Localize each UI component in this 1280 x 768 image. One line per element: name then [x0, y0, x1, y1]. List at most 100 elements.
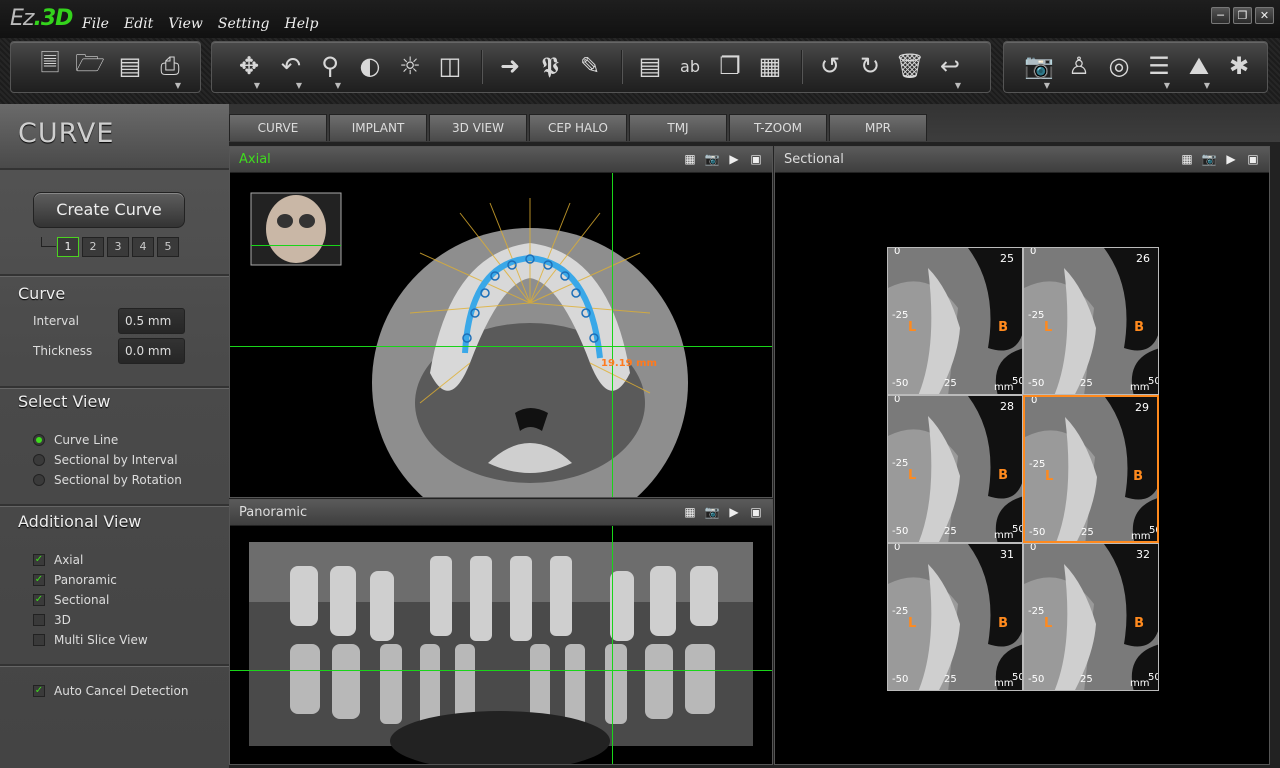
undo-rotate-icon[interactable]: ↶ ▼ [274, 48, 308, 90]
curve-2-button[interactable]: 2 [82, 237, 104, 257]
checkbox-auto-cancel[interactable]: ✓ [33, 685, 45, 697]
interval-field[interactable]: 0.5 mm [118, 308, 185, 334]
settings-icon[interactable]: ✱ [1222, 48, 1256, 84]
grid-icon[interactable]: ▦ [682, 151, 698, 167]
menu-edit[interactable]: Edit [124, 16, 153, 32]
sliders-icon[interactable]: ☰ ▼ [1142, 48, 1176, 90]
checkbox-sectional[interactable]: ✓ [33, 594, 45, 606]
y-tick-label: -25 [1029, 459, 1046, 470]
sectional-slice[interactable]: 29 L B 0 -25 -50 25 mm50 [1023, 395, 1159, 543]
restore-button[interactable]: ❐ [1233, 7, 1252, 24]
check-multi-slice[interactable]: Multi Slice View [33, 633, 148, 647]
pencil-icon[interactable]: ✎ [573, 48, 607, 84]
checkbox-panoramic[interactable]: ✓ [33, 574, 45, 586]
tab-implant[interactable]: IMPLANT [329, 114, 427, 141]
maximize-icon[interactable]: ▣ [748, 151, 764, 167]
option-sectional-interval[interactable]: Sectional by Interval [33, 453, 178, 467]
check-auto-cancel[interactable]: ✓ Auto Cancel Detection [33, 684, 188, 698]
sectional-slice[interactable]: 26 L B 0 -25 -50 25 mm50 [1023, 247, 1159, 395]
thickness-field[interactable]: 0.0 mm [118, 338, 185, 364]
panoramic-scan [230, 526, 772, 764]
print-icon[interactable]: ⎙ ▼ [153, 48, 187, 90]
option-sectional-rotation[interactable]: Sectional by Rotation [33, 473, 182, 487]
x-tick-label: 50 [1012, 524, 1022, 535]
checker-icon[interactable]: ▦ [753, 48, 787, 84]
maximize-icon[interactable]: ▣ [748, 504, 764, 520]
abc-icon[interactable]: ab [673, 48, 707, 84]
radio-curve-line[interactable] [33, 434, 45, 446]
checkbox-3d[interactable] [33, 614, 45, 626]
zoom-icon[interactable]: ⚲ ▼ [313, 48, 347, 90]
tab-cep-halo[interactable]: CEP HALO [529, 114, 627, 141]
import-icon[interactable]: 🗁 [73, 48, 107, 84]
curve-5-button[interactable]: 5 [157, 237, 179, 257]
sectional-slice[interactable]: 31 L B 0 -25 -50 25 mm50 [887, 543, 1023, 691]
maximize-icon[interactable]: ▣ [1245, 151, 1261, 167]
camera-icon[interactable]: 📷 [1201, 151, 1217, 167]
cube-icon[interactable]: ❐ [713, 48, 747, 84]
grid-icon[interactable]: ▦ [682, 504, 698, 520]
radio-sectional-interval[interactable] [33, 454, 45, 466]
y-tick-label: -50 [892, 674, 909, 685]
panoramic-view[interactable]: Panoramic ▦ 📷 ▶ ▣ [229, 499, 773, 765]
arrow-icon[interactable]: ➜ [493, 48, 527, 84]
radio-sectional-rotation[interactable] [33, 474, 45, 486]
open-patient-icon[interactable]: 🗏 [33, 48, 67, 84]
sectional-slice[interactable]: 25 L B 0 -25 -50 25 mm50 [887, 247, 1023, 395]
additional-view-section: Additional View ✓ Axial ✓ Panoramic ✓ Secti… [0, 504, 229, 664]
image-icon[interactable]: ⛰ ▼ [1182, 48, 1216, 90]
text-icon[interactable]: 𝕻 [533, 48, 567, 84]
sectional-slice[interactable]: 28 L B 0 -25 -50 25 mm50 [887, 395, 1023, 543]
menu-help[interactable]: Help [284, 16, 318, 32]
app-window: { "app": {"logo_prefix": "Ez", "logo_dot… [0, 0, 1280, 768]
tab-t-zoom[interactable]: T-ZOOM [729, 114, 827, 141]
save-icon[interactable]: ▤ [113, 48, 147, 84]
contrast-icon[interactable]: ◐ [353, 48, 387, 84]
layers-icon[interactable]: ▤ [633, 48, 667, 84]
columns-icon[interactable]: ◫ [433, 48, 467, 84]
play-icon[interactable]: ▶ [726, 504, 742, 520]
menu-view[interactable]: View [168, 16, 203, 32]
check-sectional[interactable]: ✓ Sectional [33, 593, 109, 607]
move-icon[interactable]: ✥ ▼ [232, 48, 266, 90]
close-button[interactable]: ✕ [1255, 7, 1274, 24]
redo-icon[interactable]: ↻ [853, 48, 887, 84]
panoramic-image[interactable] [230, 526, 772, 764]
camera-icon[interactable]: 📷 ▼ [1022, 48, 1056, 90]
menu-file[interactable]: File [82, 16, 109, 32]
menu-setting[interactable]: Setting [218, 16, 270, 32]
axial-image[interactable]: 19.19 mm [230, 173, 772, 497]
option-curve-line[interactable]: Curve Line [33, 433, 118, 447]
brightness-icon[interactable]: ☼ [393, 48, 427, 84]
checkbox-axial[interactable]: ✓ [33, 554, 45, 566]
check-panoramic[interactable]: ✓ Panoramic [33, 573, 117, 587]
play-icon[interactable]: ▶ [1223, 151, 1239, 167]
sectional-view[interactable]: Sectional ▦ 📷 ▶ ▣ 25LB0-25-5025mm5026LB0… [774, 146, 1270, 765]
undo-icon[interactable]: ↺ [813, 48, 847, 84]
check-3d[interactable]: 3D [33, 613, 71, 627]
lingual-label: L [908, 616, 917, 631]
axial-view[interactable]: Axial ▦ 📷 ▶ ▣ 19.19 mm [229, 146, 773, 498]
checkbox-multi-slice[interactable] [33, 634, 45, 646]
camera-icon[interactable]: 📷 [704, 504, 720, 520]
curve-3-button[interactable]: 3 [107, 237, 129, 257]
tab-curve[interactable]: CURVE [229, 114, 327, 141]
redo-curve-icon[interactable]: ↩ ▼ [933, 48, 967, 90]
create-curve-button[interactable]: Create Curve [33, 192, 185, 228]
grid-icon[interactable]: ▦ [1179, 151, 1195, 167]
person-icon[interactable]: ♙ [1062, 48, 1096, 84]
check-axial[interactable]: ✓ Axial [33, 553, 83, 567]
curve-1-button[interactable]: 1 [57, 237, 79, 257]
camera-icon[interactable]: 📷 [704, 151, 720, 167]
trash-icon[interactable]: 🗑 [893, 48, 927, 84]
tab-tmj[interactable]: TMJ [629, 114, 727, 141]
slice-number: 32 [1136, 548, 1150, 561]
tab-3d-view[interactable]: 3D VIEW [429, 114, 527, 141]
minimize-button[interactable]: ─ [1211, 7, 1230, 24]
tab-mpr[interactable]: MPR [829, 114, 927, 141]
axial-view-controls: ▦ 📷 ▶ ▣ [682, 151, 764, 167]
sectional-slice[interactable]: 32 L B 0 -25 -50 25 mm50 [1023, 543, 1159, 691]
disc-icon[interactable]: ◎ [1102, 48, 1136, 84]
play-icon[interactable]: ▶ [726, 151, 742, 167]
curve-4-button[interactable]: 4 [132, 237, 154, 257]
